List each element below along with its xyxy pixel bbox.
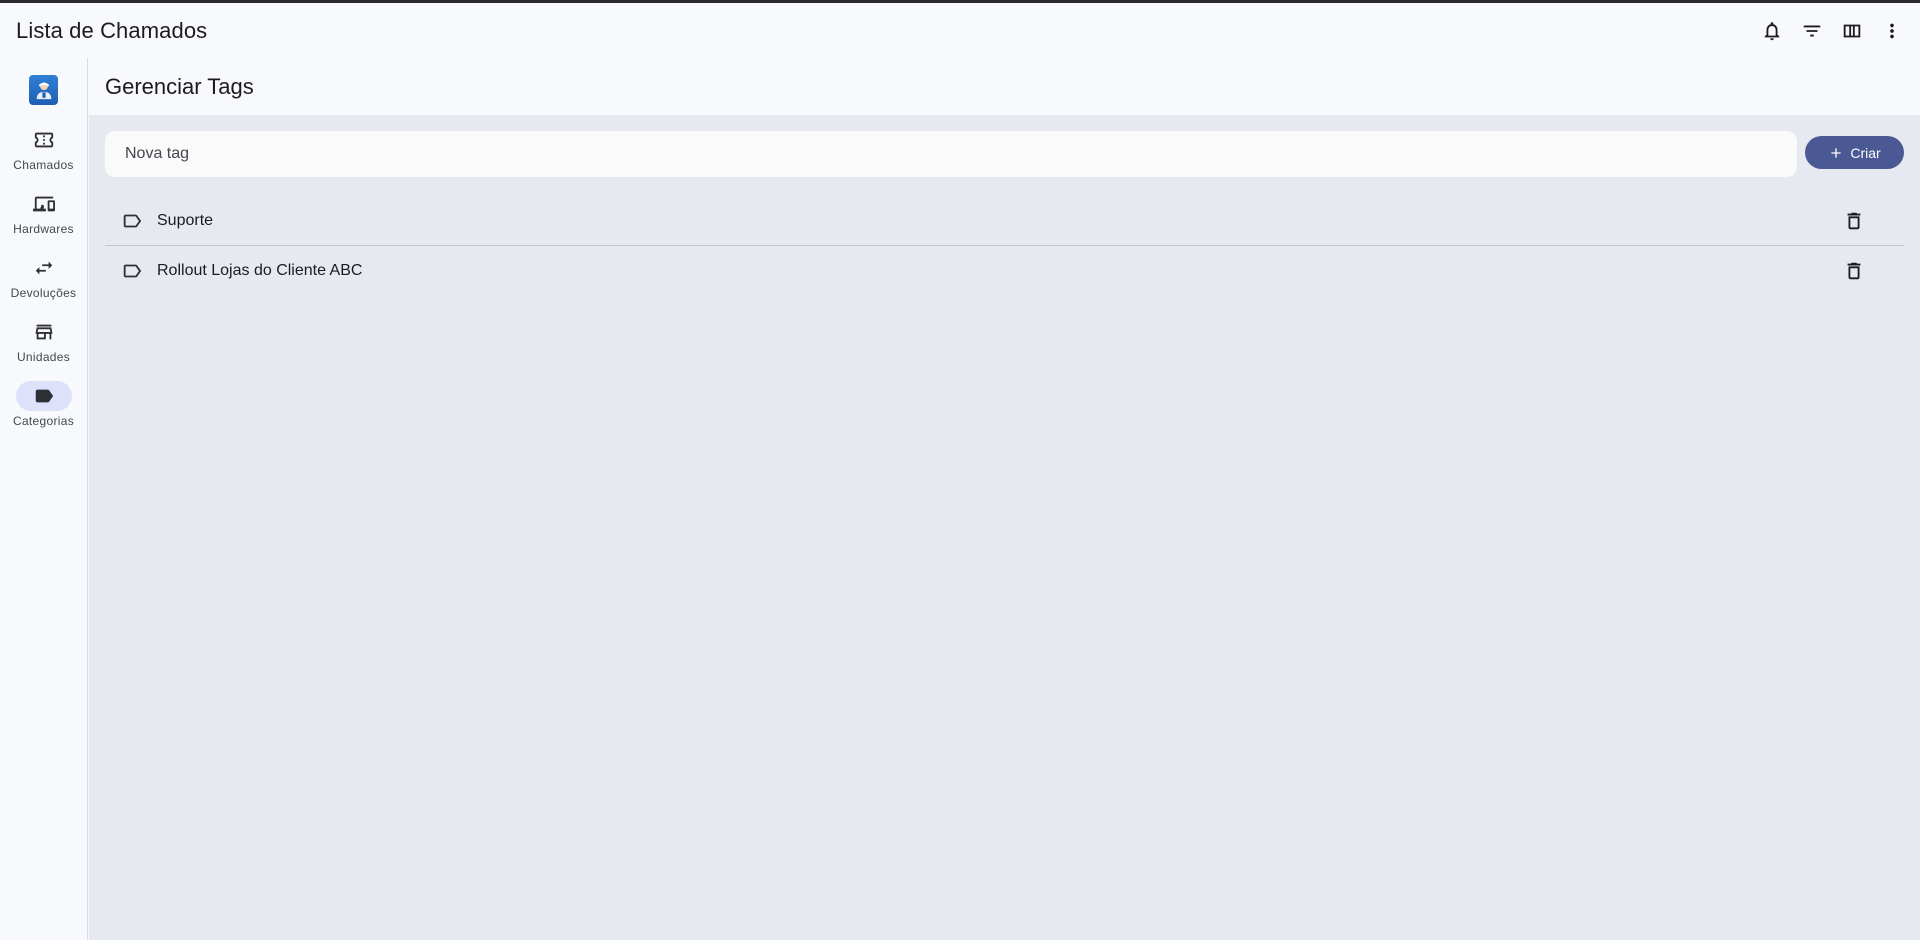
page-header: Gerenciar Tags — [89, 58, 1920, 115]
add-icon — [1831, 147, 1841, 158]
devices-icon — [32, 196, 55, 212]
list-item: Rollout Lojas do Cliente ABC — [105, 246, 1904, 295]
trash-icon — [1847, 262, 1861, 279]
rail-item-unidades[interactable]: Unidades — [0, 317, 88, 381]
store-icon — [35, 324, 52, 340]
new-tag-form: Criar — [105, 131, 1904, 177]
navigation-rail: Chamados Hardwares Devoluções Unidades C… — [0, 58, 88, 940]
swap-icon — [35, 261, 52, 275]
main-content: Gerenciar Tags Criar Suporte Rollout Loj… — [89, 58, 1920, 940]
delete-tag-button[interactable] — [1838, 255, 1870, 287]
new-tag-input[interactable] — [105, 131, 1797, 177]
columns-button[interactable] — [1836, 15, 1868, 47]
delete-tag-button[interactable] — [1838, 205, 1870, 237]
app-logo-icon[interactable] — [29, 75, 58, 105]
rail-item-label: Categorias — [12, 414, 75, 428]
app-title: Lista de Chamados — [16, 17, 208, 43]
list-item: Suporte — [105, 197, 1904, 246]
rail-item-indicator — [16, 253, 72, 283]
rail-item-indicator — [15, 381, 72, 411]
rail-item-chamados[interactable]: Chamados — [0, 125, 88, 189]
notifications-button[interactable] — [1756, 15, 1788, 47]
filter-icon — [1803, 25, 1821, 36]
tag-name: Suporte — [157, 212, 214, 229]
bell-icon — [1764, 21, 1780, 40]
label-icon — [35, 389, 53, 403]
rail-item-label: Chamados — [13, 158, 74, 172]
page-title: Gerenciar Tags — [105, 73, 254, 99]
rail-item-indicator — [16, 125, 72, 155]
more-options-button[interactable] — [1876, 15, 1908, 47]
label-outline-icon — [121, 260, 143, 282]
columns-icon — [1843, 24, 1861, 37]
filter-button[interactable] — [1796, 15, 1828, 47]
tag-list: Suporte Rollout Lojas do Cliente ABC — [105, 197, 1904, 295]
rail-item-categorias[interactable]: Categorias — [0, 381, 88, 445]
rail-item-devolucoes[interactable]: Devoluções — [0, 253, 88, 317]
more-vert-icon — [1890, 23, 1894, 38]
rail-item-indicator — [16, 189, 72, 219]
create-tag-button[interactable]: Criar — [1805, 136, 1904, 169]
app-bar-actions — [1756, 15, 1908, 47]
trash-icon — [1847, 212, 1861, 230]
create-button-label: Criar — [1850, 144, 1881, 161]
ticket-icon — [34, 132, 53, 148]
rail-item-label: Devoluções — [10, 286, 77, 300]
rail-item-hardwares[interactable]: Hardwares — [0, 189, 88, 253]
rail-item-indicator — [16, 317, 72, 347]
label-outline-icon — [121, 210, 143, 232]
app-bar: Lista de Chamados — [0, 3, 1920, 58]
rail-items: Chamados Hardwares Devoluções Unidades C… — [0, 125, 88, 445]
rail-item-label: Unidades — [16, 350, 71, 364]
tag-name: Rollout Lojas do Cliente ABC — [157, 261, 363, 279]
rail-item-label: Hardwares — [13, 222, 74, 236]
